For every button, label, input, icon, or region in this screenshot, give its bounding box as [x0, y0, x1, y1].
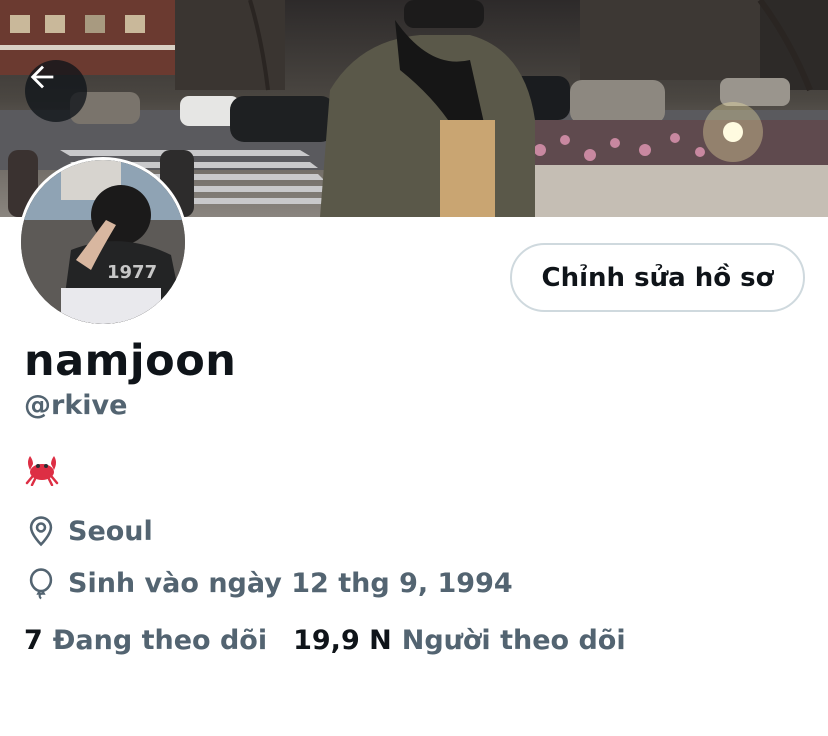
- birthday-text: Sinh vào ngày 12 thg 9, 1994: [68, 567, 513, 599]
- followers-label: Người theo dõi: [401, 625, 626, 656]
- following-count: 7: [24, 625, 43, 656]
- avatar-photo: 1977: [21, 160, 185, 324]
- location-pin-icon: [24, 514, 58, 548]
- profile-location: Seoul: [24, 514, 153, 548]
- followers-link[interactable]: 19,9 N Người theo dõi: [293, 625, 626, 656]
- svg-text:1977: 1977: [107, 262, 157, 283]
- crab-icon: [25, 456, 59, 486]
- profile-avatar[interactable]: 1977: [18, 157, 188, 327]
- display-name: namjoon: [24, 336, 237, 386]
- following-link[interactable]: 7 Đang theo dõi: [24, 625, 267, 656]
- edit-profile-button[interactable]: Chỉnh sửa hồ sơ: [510, 243, 805, 312]
- location-text: Seoul: [68, 515, 153, 547]
- back-button[interactable]: [25, 60, 87, 122]
- following-label: Đang theo dõi: [52, 625, 268, 656]
- profile-birthday: Sinh vào ngày 12 thg 9, 1994: [24, 566, 513, 600]
- user-handle: @rkive: [24, 390, 128, 421]
- followers-count: 19,9 N: [293, 625, 392, 656]
- arrow-left-icon: [30, 65, 54, 89]
- balloon-icon: [24, 566, 58, 600]
- follow-stats: 7 Đang theo dõi 19,9 N Người theo dõi: [24, 625, 626, 656]
